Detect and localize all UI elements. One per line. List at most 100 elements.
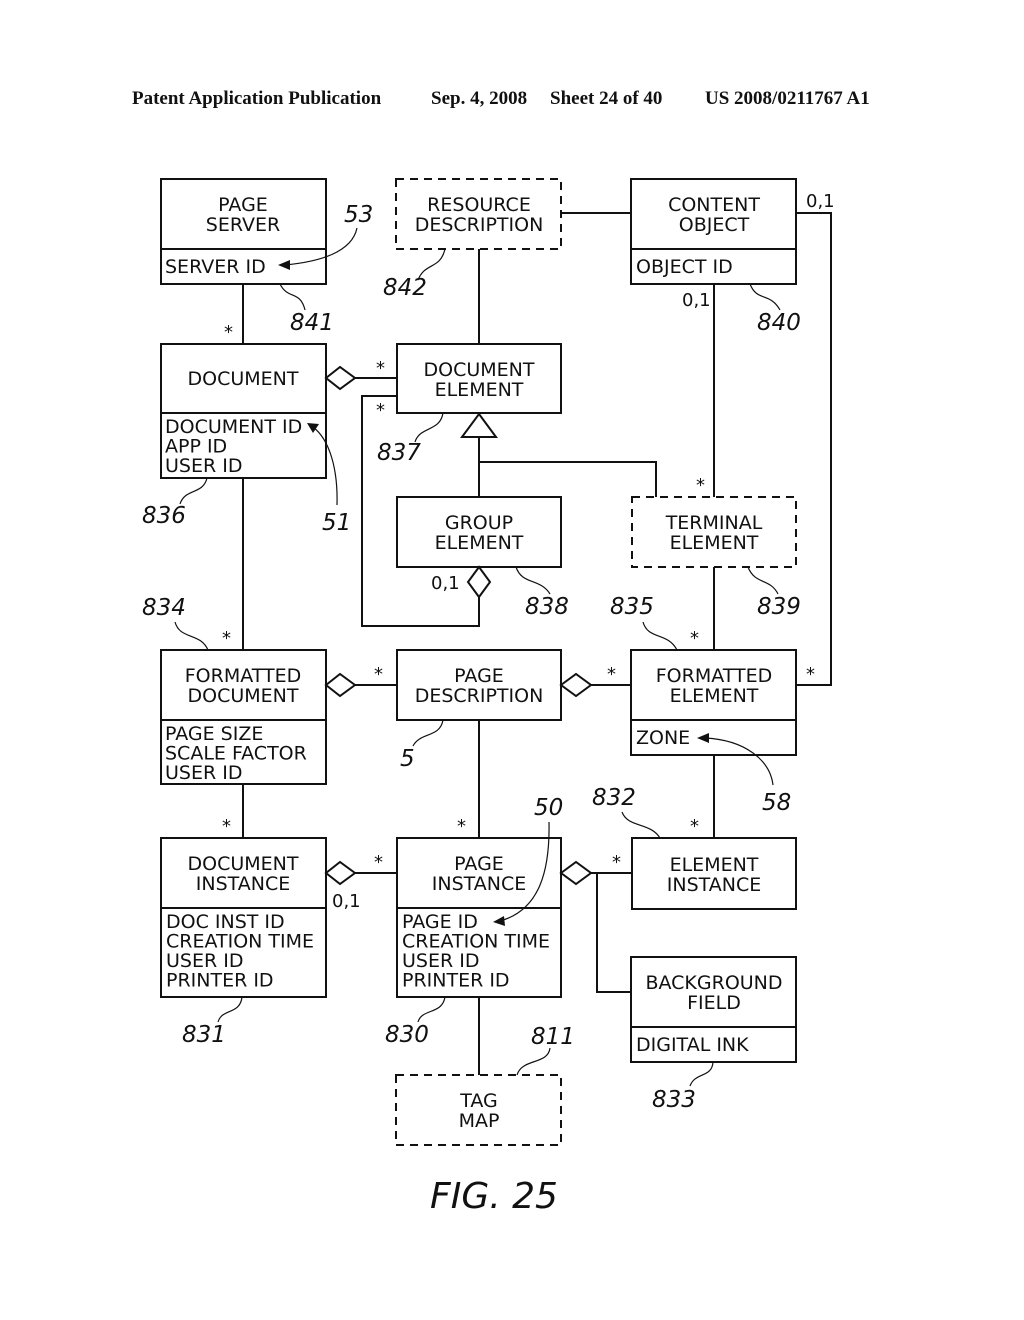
document-title: DOCUMENT xyxy=(188,368,299,390)
ref-number-53: 53 xyxy=(344,202,373,228)
multiplicity-many: * xyxy=(612,852,621,873)
ref-number-833: 833 xyxy=(652,1087,696,1113)
multiplicity-many: * xyxy=(222,816,231,837)
formatted-document-title: FORMATTED xyxy=(185,665,302,687)
page-instance-title: PAGE xyxy=(454,853,504,875)
multiplicity-many: * xyxy=(376,358,385,379)
page-server-title: SERVER xyxy=(206,214,280,236)
multiplicity-many: * xyxy=(806,664,815,685)
document-instance-title: INSTANCE xyxy=(196,873,291,895)
formatted-element-title: FORMATTED xyxy=(656,665,773,687)
formatted-element-title: ELEMENT xyxy=(670,685,759,707)
aggregation-diamond-pageinstance xyxy=(559,860,593,886)
ref-number-832: 832 xyxy=(592,785,636,811)
multiplicity-many: * xyxy=(374,852,383,873)
tag-map-title: MAP xyxy=(459,1110,500,1132)
link-pageinstance-background xyxy=(596,873,631,993)
ref-number-836: 836 xyxy=(142,503,186,529)
multiplicity-zero-or-one: 0,1 xyxy=(682,290,711,311)
ref-number-5: 5 xyxy=(400,746,415,772)
leader-838 xyxy=(515,566,551,595)
leader-841 xyxy=(279,283,306,311)
background-field-title: FIELD xyxy=(687,992,741,1014)
aggregation-diamond-group xyxy=(466,565,492,599)
leader-830 xyxy=(417,996,446,1023)
formatted-document-title: DOCUMENT xyxy=(188,685,299,707)
ref-number-58: 58 xyxy=(762,790,791,816)
resource-description-title: RESOURCE xyxy=(427,194,531,216)
leader-831 xyxy=(217,996,243,1023)
leader-811 xyxy=(516,1047,551,1076)
ref-number-831: 831 xyxy=(182,1022,226,1048)
aggregation-diamond-document xyxy=(324,365,357,391)
page-description-title: DESCRIPTION xyxy=(415,685,544,707)
ref-number-837: 837 xyxy=(377,440,421,466)
ref-number-835: 835 xyxy=(610,594,654,620)
tag-map-title: TAG xyxy=(459,1090,498,1112)
multiplicity-many: * xyxy=(374,664,383,685)
group-element-title: ELEMENT xyxy=(435,532,524,554)
resource-description-title: DESCRIPTION xyxy=(415,214,544,236)
background-field-attribute: DIGITAL INK xyxy=(636,1034,749,1056)
link-content-formattedelement xyxy=(796,212,832,686)
leader-5 xyxy=(412,719,444,747)
multiplicity-many: * xyxy=(690,628,699,649)
document-instance-attribute: PRINTER ID xyxy=(166,970,274,992)
leader-840 xyxy=(749,283,781,311)
leader-832 xyxy=(621,811,661,839)
uml-class-diagram: PAGESERVERSERVER ID841RESOURCEDESCRIPTIO… xyxy=(142,178,835,1217)
leader-837 xyxy=(414,412,444,443)
page-server-title: PAGE xyxy=(218,194,268,216)
multiplicity-zero-or-one: 0,1 xyxy=(431,573,460,594)
ref-number-811: 811 xyxy=(531,1024,575,1050)
multiplicity-many: * xyxy=(607,664,616,685)
ref-number-841: 841 xyxy=(290,310,334,336)
leader-834 xyxy=(174,621,209,651)
terminal-element-title: TERMINAL xyxy=(665,512,763,534)
content-object-attribute: OBJECT ID xyxy=(636,256,733,278)
multiplicity-many: * xyxy=(376,400,385,421)
background-field-title: BACKGROUND xyxy=(645,972,782,994)
multiplicity-zero-or-one: 0,1 xyxy=(806,191,835,212)
terminal-element-title: ELEMENT xyxy=(670,532,759,554)
document-instance-title: DOCUMENT xyxy=(188,853,299,875)
aggregation-diamond-formatteddoc xyxy=(324,672,357,698)
element-instance-title: INSTANCE xyxy=(667,874,762,896)
ref-number-51: 51 xyxy=(322,510,351,536)
leader-835 xyxy=(642,621,678,651)
figure-label: FIG. 25 xyxy=(430,1176,558,1217)
multiplicity-many: * xyxy=(224,322,233,343)
document-element-title: ELEMENT xyxy=(435,379,524,401)
aggregation-diamond-pagedesc xyxy=(559,672,593,698)
multiplicity-many: * xyxy=(222,628,231,649)
ref-number-834: 834 xyxy=(142,595,186,621)
multiplicity-many: * xyxy=(696,475,705,496)
content-object-title: CONTENT xyxy=(668,194,760,216)
page-instance-attribute: PRINTER ID xyxy=(402,970,510,992)
aggregation-diamond-docinstance xyxy=(324,860,357,886)
leader-836 xyxy=(179,477,208,505)
ref-number-838: 838 xyxy=(525,594,569,620)
page-description-title: PAGE xyxy=(454,665,504,687)
content-object-title: OBJECT xyxy=(679,214,750,236)
ref-number-50: 50 xyxy=(534,795,563,821)
multiplicity-zero-or-one: 0,1 xyxy=(332,891,361,912)
link-generalization-terminal xyxy=(479,461,657,497)
ref-number-842: 842 xyxy=(383,275,427,301)
page-instance-title: INSTANCE xyxy=(432,873,527,895)
formatted-element-attribute: ZONE xyxy=(636,727,690,749)
element-instance-title: ELEMENT xyxy=(670,854,759,876)
document-element-title: DOCUMENT xyxy=(424,359,535,381)
leader-839 xyxy=(747,566,779,595)
leader-833 xyxy=(689,1061,714,1087)
group-element-title: GROUP xyxy=(445,512,513,534)
ref-number-840: 840 xyxy=(757,310,801,336)
document-attribute: USER ID xyxy=(165,455,242,477)
formatted-document-attribute: USER ID xyxy=(165,762,242,784)
page-server-attribute: SERVER ID xyxy=(165,256,266,278)
ref-number-839: 839 xyxy=(757,594,801,620)
ref-number-830: 830 xyxy=(385,1022,429,1048)
multiplicity-many: * xyxy=(690,816,699,837)
generalization-triangle xyxy=(460,412,498,438)
multiplicity-many: * xyxy=(457,816,466,837)
